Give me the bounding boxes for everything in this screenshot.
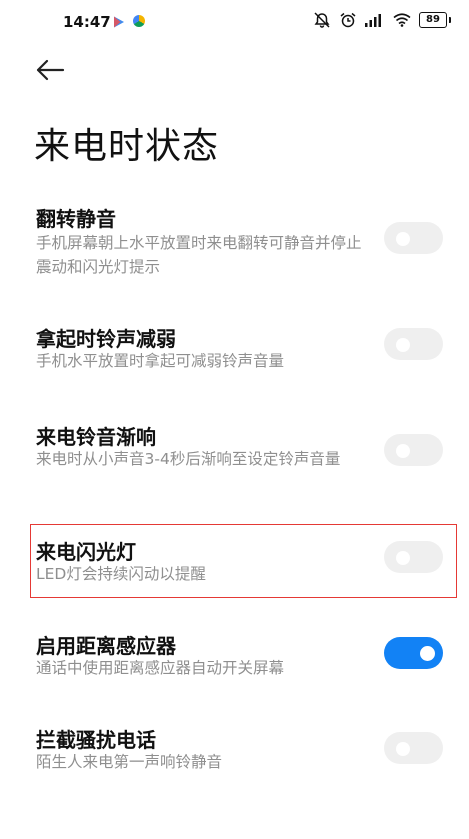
arrow-left-icon	[36, 59, 65, 81]
back-button[interactable]	[36, 58, 70, 88]
wifi-icon	[393, 13, 411, 27]
status-icons: 89	[313, 12, 451, 28]
alarm-clock-icon	[340, 12, 356, 28]
status-bar: 14:47 89	[0, 0, 469, 44]
setting-call-flash-light[interactable]: 来电闪光灯 LED灯会持续闪动以提醒	[0, 532, 469, 592]
setting-proximity-sensor[interactable]: 启用距离感应器 通话中使用距离感应器自动开关屏幕	[0, 626, 469, 686]
setting-flip-to-mute[interactable]: 翻转静音 手机屏幕朝上水平放置时来电翻转可静音并停止震动和闪光灯提示	[0, 198, 469, 288]
ringtone-fade-in-toggle[interactable]	[384, 434, 443, 466]
setting-description: 通话中使用距离感应器自动开关屏幕	[36, 659, 285, 677]
setting-title: 拿起时铃声减弱	[36, 327, 176, 351]
setting-title: 启用距离感应器	[36, 634, 176, 658]
pickup-reduce-volume-toggle[interactable]	[384, 328, 443, 360]
setting-title: 拦截骚扰电话	[36, 728, 156, 752]
toggle-knob	[396, 232, 410, 246]
setting-description: LED灯会持续闪动以提醒	[36, 565, 206, 583]
block-spam-calls-toggle[interactable]	[384, 732, 443, 764]
signal-icon	[365, 14, 381, 27]
battery-level: 89	[426, 14, 440, 25]
setting-title: 来电铃音渐响	[36, 425, 156, 449]
setting-description: 手机屏幕朝上水平放置时来电翻转可静音并停止震动和闪光灯提示	[36, 234, 362, 276]
setting-title: 翻转静音	[36, 207, 116, 231]
toggle-knob	[420, 646, 435, 661]
setting-title: 来电闪光灯	[36, 540, 136, 564]
setting-description: 来电时从小声音3-4秒后渐响至设定铃声音量	[36, 450, 341, 468]
photos-icon	[133, 15, 145, 27]
play-store-icon	[114, 16, 124, 28]
setting-description: 陌生人来电第一声响铃静音	[36, 753, 223, 771]
page-title: 来电时状态	[34, 126, 220, 167]
setting-pickup-reduce-volume[interactable]: 拿起时铃声减弱 手机水平放置时拿起可减弱铃声音量	[0, 318, 469, 388]
flip-to-mute-toggle[interactable]	[384, 222, 443, 254]
battery-icon: 89	[419, 12, 451, 28]
call-flash-light-toggle[interactable]	[384, 541, 443, 573]
setting-block-spam-calls[interactable]: 拦截骚扰电话 陌生人来电第一声响铃静音	[0, 720, 469, 780]
proximity-sensor-toggle[interactable]	[384, 637, 443, 669]
toggle-knob	[396, 551, 410, 565]
toggle-knob	[396, 742, 410, 756]
toggle-knob	[396, 338, 410, 352]
toggle-knob	[396, 444, 410, 458]
setting-description: 手机水平放置时拿起可减弱铃声音量	[36, 352, 285, 370]
status-time: 14:47	[63, 13, 111, 31]
alarm-off-icon	[314, 12, 330, 28]
setting-ringtone-fade-in[interactable]: 来电铃音渐响 来电时从小声音3-4秒后渐响至设定铃声音量	[0, 416, 469, 506]
